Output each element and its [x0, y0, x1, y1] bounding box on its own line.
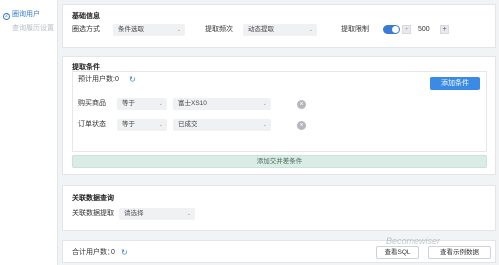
add-condition-button[interactable]: 添加条件 [430, 77, 480, 90]
chevron-down-icon: ⌄ [262, 122, 267, 128]
freq-select-value: 动态提取 [248, 26, 274, 33]
section-title-basic: 基础信息 [72, 13, 100, 20]
related-data-card: 关联数据查询 关联数据提取 请选择 ⌄ [62, 185, 496, 231]
operator-value: 等于 [122, 121, 135, 128]
chevron-down-icon: ⌄ [308, 27, 313, 33]
total-users-value: 0 [111, 249, 115, 256]
condition-operator-select[interactable]: 等于 ⌄ [117, 119, 167, 131]
condition-value: 已成交 [178, 121, 198, 128]
sidebar-item-label: 查询履历设置 [12, 25, 54, 32]
remove-condition-icon[interactable]: × [297, 100, 306, 109]
chevron-down-icon: ⌄ [262, 101, 267, 107]
total-users-label: 合计用户数： [72, 249, 114, 256]
basic-info-card: 基础信息 圈选方式 条件选取 ⌄ 提取频次 动态提取 ⌄ 提取限制 - 500 + [62, 4, 496, 48]
sidebar: 2 圈询用户 查询履历设置 [0, 0, 58, 265]
sidebar-item-label: 圈询用户 [12, 11, 40, 18]
condition-value: 富士XS10 [178, 100, 207, 107]
conditions-box: 预计用户数:0 ↻ 添加条件 购买商品 等于 ⌄ 富士XS10 ⌄ × 订单状态 等… [72, 71, 487, 152]
condition-field-label: 购买商品 [78, 100, 106, 107]
limit-label: 提取限制 [341, 26, 369, 33]
circle-2-icon: 2 [3, 13, 10, 20]
condition-value-select[interactable]: 已成交 ⌄ [173, 119, 271, 131]
chevron-down-icon: ⌄ [158, 122, 163, 128]
freq-label: 提取频次 [205, 26, 233, 33]
condition-value-select[interactable]: 富士XS10 ⌄ [173, 98, 271, 110]
chevron-down-icon: ⌄ [158, 101, 163, 107]
sidebar-item-query-settings[interactable]: 查询履历设置 [12, 24, 54, 34]
method-select[interactable]: 条件选取 ⌄ [113, 24, 185, 36]
method-select-value: 条件选取 [118, 26, 144, 33]
limit-toggle[interactable] [383, 25, 400, 34]
estimate-label: 预计用户数:0 [78, 76, 119, 83]
conditions-card: 提取条件 预计用户数:0 ↻ 添加条件 购买商品 等于 ⌄ 富士XS10 ⌄ × 订… [62, 56, 496, 175]
watermark: Becomewiser [386, 236, 441, 246]
chevron-down-icon: ⌄ [176, 27, 181, 33]
operator-value: 等于 [122, 100, 135, 107]
section-title-related: 关联数据查询 [72, 195, 114, 202]
remove-condition-icon[interactable]: × [297, 121, 306, 130]
related-select-placeholder: 请选择 [124, 210, 144, 217]
refresh-icon[interactable]: ↻ [121, 249, 129, 257]
related-data-select[interactable]: 请选择 ⌄ [119, 208, 195, 220]
view-sample-data-button[interactable]: 查看示例数据 [428, 246, 491, 259]
add-cross-condition-button[interactable]: 添加交并差条件 [72, 155, 487, 168]
condition-operator-select[interactable]: 等于 ⌄ [117, 98, 167, 110]
related-field-label: 关联数据提取 [72, 210, 114, 217]
freq-select[interactable]: 动态提取 ⌄ [243, 24, 317, 36]
condition-field-label: 订单状态 [78, 121, 106, 128]
limit-value[interactable]: 500 [418, 25, 430, 34]
limit-increment-button[interactable]: + [440, 25, 449, 34]
chevron-down-icon: ⌄ [186, 211, 191, 217]
view-sql-button[interactable]: 查看SQL [376, 246, 419, 259]
method-label: 圈选方式 [72, 26, 100, 33]
limit-decrement-button[interactable]: - [402, 25, 411, 34]
refresh-icon[interactable]: ↻ [129, 76, 137, 84]
sidebar-item-select-users[interactable]: 2 圈询用户 [3, 10, 40, 20]
